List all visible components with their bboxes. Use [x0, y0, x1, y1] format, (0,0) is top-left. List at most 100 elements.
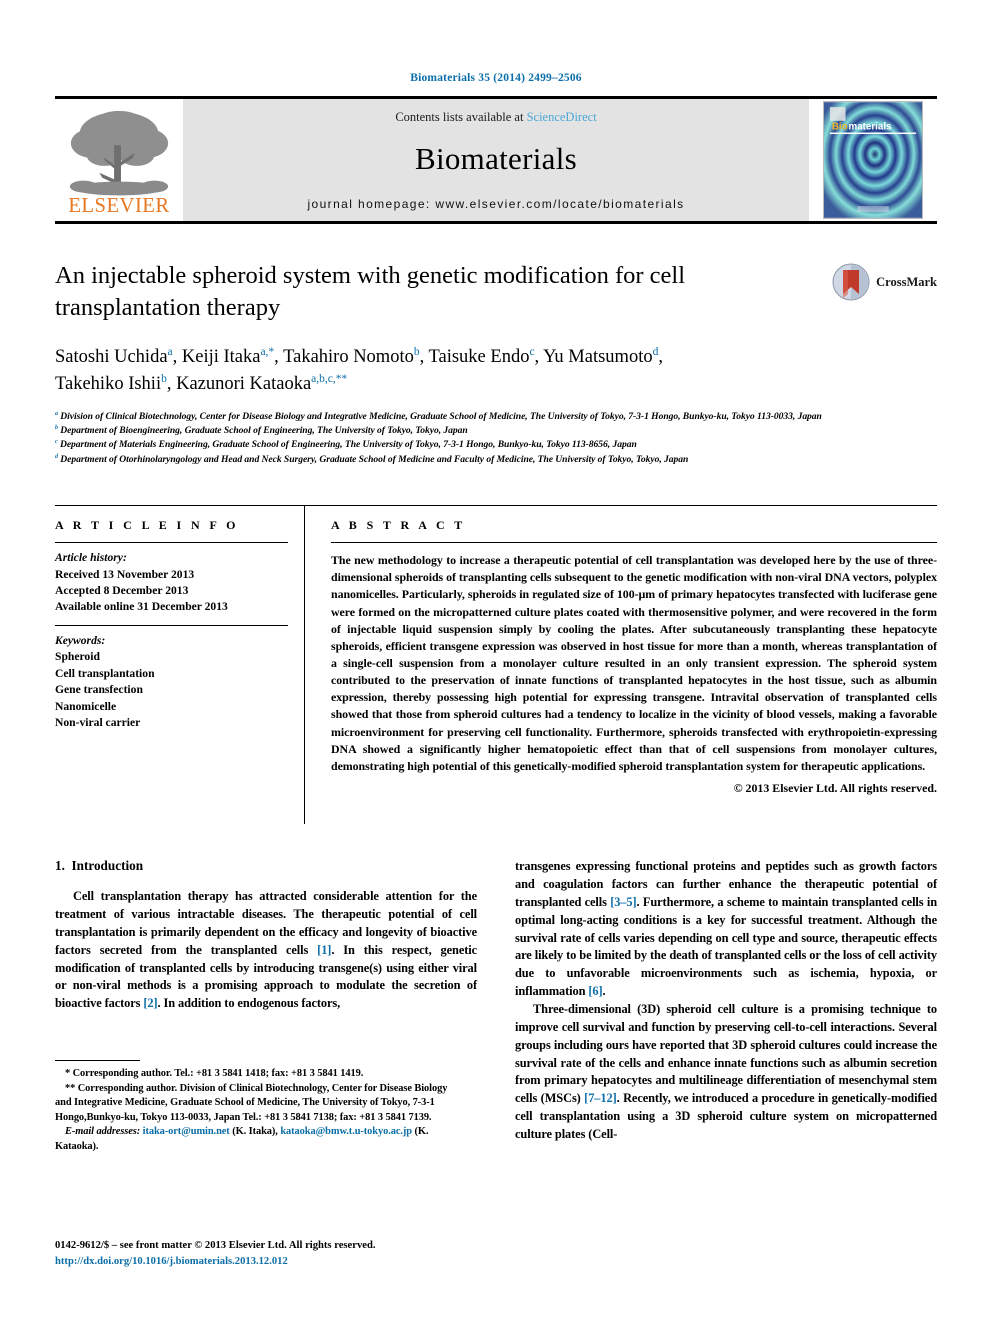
keyword-item: Non-viral carrier [55, 716, 141, 730]
author-affiliation-marker: a,b,c,** [311, 372, 348, 385]
keyword-item: Spheroid [55, 650, 100, 664]
svg-text:Bio: Bio [832, 122, 848, 133]
email-link-itaka[interactable]: itaka-ort@umin.net [143, 1126, 230, 1137]
article-info-heading: A R T I C L E I N F O [55, 518, 239, 533]
author-affiliation-marker: d [652, 345, 659, 358]
history-accepted: Accepted 8 December 2013 [55, 584, 189, 598]
author-name[interactable]: Takehiko Ishii [55, 374, 161, 394]
section-name: Introduction [71, 858, 144, 874]
journal-citation: Biomaterials 35 (2014) 2499–2506 [0, 0, 992, 84]
keywords-block: Keywords: Spheroid Cell transplantation … [55, 633, 288, 732]
article-history-block: Article history: Received 13 November 20… [55, 550, 288, 616]
title-block: CrossMark An injectable spheroid system … [55, 260, 937, 467]
abstract-text: The new methodology to increase a therap… [331, 553, 937, 773]
journal-homepage[interactable]: journal homepage: www.elsevier.com/locat… [307, 197, 684, 211]
affiliation-marker: b [55, 425, 58, 431]
history-available: Available online 31 December 2013 [55, 600, 228, 614]
affiliation-item: b Department of Bioengineering, Graduate… [55, 424, 937, 438]
affiliation-item: c Department of Materials Engineering, G… [55, 438, 937, 452]
svg-text:materials: materials [849, 122, 893, 133]
intro-paragraph-right-2: Three-dimensional (3D) spheroid cell cul… [515, 1001, 937, 1144]
para-text: . Furthermore, a scheme to maintain tran… [515, 894, 937, 999]
keyword-item: Nanomicelle [55, 699, 117, 713]
email-link-kataoka[interactable]: kataoka@bmw.t.u-tokyo.ac.jp [280, 1126, 412, 1137]
affiliation-marker: a [55, 410, 58, 417]
affiliation-list: a Division of Clinical Biotechnology, Ce… [55, 410, 937, 468]
keywords-label: Keywords: [55, 633, 106, 647]
info-abstract-section: A R T I C L E I N F O Article history: R… [55, 505, 937, 825]
journal-title: Biomaterials [414, 140, 577, 176]
affiliation-text: Department of Materials Engineering, Gra… [59, 439, 637, 451]
history-received: Received 13 November 2013 [55, 567, 195, 581]
paper-page: Biomaterials 35 (2014) 2499–2506 ELSEVIE… [0, 0, 992, 1323]
elsevier-logo-container: ELSEVIER [55, 99, 183, 221]
crossmark-icon [832, 263, 870, 301]
para-text: Three-dimensional (3D) spheroid cell cul… [515, 1002, 937, 1106]
keyword-item: Cell transplantation [55, 666, 155, 680]
author-name[interactable]: Taisuke Endo [429, 347, 530, 367]
author-name[interactable]: Yu Matsumoto [543, 347, 652, 367]
citation-ref[interactable]: [6] [588, 984, 602, 998]
para-text: . In addition to endogenous factors, [157, 996, 341, 1011]
journal-masthead: ELSEVIER Contents lists available at Sci… [55, 96, 937, 224]
journal-cover-thumbnail-icon: Bio materials [823, 101, 923, 219]
abstract-copyright: © 2013 Elsevier Ltd. All rights reserved… [733, 780, 937, 795]
author-name[interactable]: Keiji Itaka [182, 347, 261, 367]
abstract-heading: A B S T R A C T [331, 518, 466, 533]
article-history-label: Article history: [55, 551, 127, 565]
article-info-column: A R T I C L E I N F O Article history: R… [55, 506, 305, 825]
section-title-introduction: 1. Introduction [55, 858, 477, 874]
footnote-block: * Corresponding author. Tel.: +81 3 5841… [55, 1060, 465, 1154]
crossmark-label: CrossMark [876, 274, 937, 289]
author-affiliation-marker: b [413, 345, 420, 358]
author-list: Satoshi Uchidaa, Keiji Itakaa,*, Takahir… [55, 345, 663, 394]
intro-paragraph-left: Cell transplantation therapy has attract… [55, 888, 477, 1013]
intro-paragraph-right-1: transgenes expressing functional protein… [515, 858, 937, 1001]
citation-ref[interactable]: [1] [317, 943, 331, 957]
author-name[interactable]: Kazunori Kataoka [176, 374, 311, 394]
body-column-right: transgenes expressing functional protein… [515, 858, 937, 1144]
page-title: An injectable spheroid system with genet… [55, 262, 686, 321]
author-affiliation-marker: a [167, 345, 173, 358]
author-name[interactable]: Takahiro Nomoto [283, 347, 414, 367]
footnote-corresponding-1: * Corresponding author. Tel.: +81 3 5841… [65, 1068, 364, 1079]
sciencedirect-link[interactable]: ScienceDirect [527, 110, 597, 124]
affiliation-text: Department of Bioengineering, Graduate S… [60, 425, 468, 437]
affiliation-marker: c [55, 439, 58, 446]
divider [331, 542, 937, 544]
email-owner-itaka: (K. Itaka), [232, 1126, 278, 1138]
issn-line: 0142-9612/$ – see front matter © 2013 El… [55, 1240, 376, 1251]
abstract-column: A B S T R A C T The new methodology to i… [305, 506, 937, 824]
journal-cover-container: Bio materials [809, 99, 937, 221]
footnote-emails: E-mail addresses: itaka-ort@umin.net (K.… [55, 1125, 465, 1154]
para-text: . [602, 984, 606, 999]
citation-ref[interactable]: [7–12] [584, 1091, 617, 1105]
masthead-center: Contents lists available at ScienceDirec… [183, 99, 809, 221]
crossmark-badge[interactable]: CrossMark [831, 262, 937, 302]
contents-available-line: Contents lists available at ScienceDirec… [395, 110, 596, 125]
author-affiliation-marker: a,* [260, 345, 275, 358]
author-affiliation-marker: c [529, 345, 535, 358]
contents-prefix: Contents lists available at [395, 109, 527, 124]
author-affiliation-marker: b [161, 372, 167, 385]
footnote-corresponding-2: ** Corresponding author. Division of Cli… [55, 1082, 448, 1123]
doi-link[interactable]: http://dx.doi.org/10.1016/j.biomaterials… [55, 1254, 485, 1270]
journal-citation-text[interactable]: Biomaterials 35 (2014) 2499–2506 [410, 72, 582, 84]
issn-doi-block: 0142-9612/$ – see front matter © 2013 El… [55, 1238, 485, 1269]
elsevier-wordmark: ELSEVIER [68, 195, 169, 217]
keyword-item: Gene transfection [55, 683, 143, 697]
footnote-divider [55, 1060, 140, 1061]
affiliation-text: Division of Clinical Biotechnology, Cent… [60, 410, 822, 422]
email-addresses-label: E-mail addresses: [65, 1126, 141, 1138]
section-number: 1. [55, 858, 65, 874]
affiliation-text: Department of Otorhinolaryngology and He… [60, 453, 689, 465]
affiliation-item: d Department of Otorhinolaryngology and … [55, 453, 937, 467]
divider [55, 624, 288, 626]
citation-ref[interactable]: [3–5] [610, 895, 636, 909]
citation-ref[interactable]: [2] [143, 996, 157, 1010]
elsevier-tree-icon: ELSEVIER [60, 102, 178, 218]
affiliation-item: a Division of Clinical Biotechnology, Ce… [55, 410, 937, 424]
affiliation-marker: d [55, 453, 58, 460]
author-name[interactable]: Satoshi Uchida [55, 347, 168, 367]
divider [55, 542, 288, 544]
